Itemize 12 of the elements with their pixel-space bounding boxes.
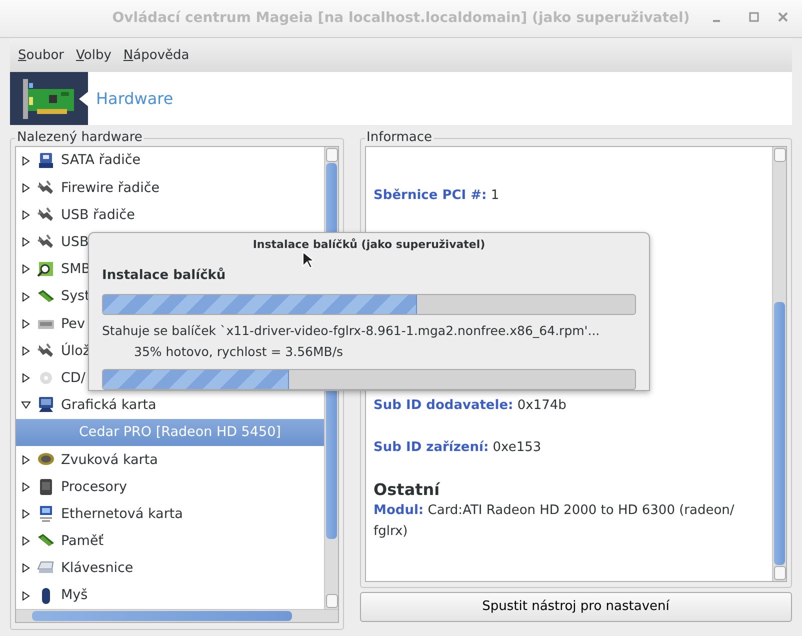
status-text: Stahuje se balíček `x11-driver-video-fglrx-8.961-1.mga2.nonfree.x86_64.rpm'... — [102, 322, 601, 340]
dialog-heading: Instalace balíčků — [102, 266, 227, 284]
info-field: Sub ID dodavatele: 0x174b — [374, 395, 764, 416]
info-field: Sub ID zařízení: 0xe153 — [374, 437, 764, 458]
dialog-title: Instalace balíčků (jako superuživatel) — [252, 237, 486, 253]
info-field: Sběrnice PCI #: 1 — [374, 185, 764, 206]
info-field: Modul: Card:ATI Radeon HD 2000 to HD 6300 (radeon/ fglrx) — [374, 500, 764, 542]
section-heading: Ostatní — [374, 479, 442, 501]
panel-title: Nalezený hardware — [15, 130, 144, 146]
section-title: Hardware — [96, 88, 174, 110]
progress-text: 35% hotovo, rychlost = 3.56MB/s — [134, 342, 344, 361]
window-title: Ovládací centrum Mageia [na localhost.localdomain] (jako superuživatel) — [112, 9, 690, 28]
